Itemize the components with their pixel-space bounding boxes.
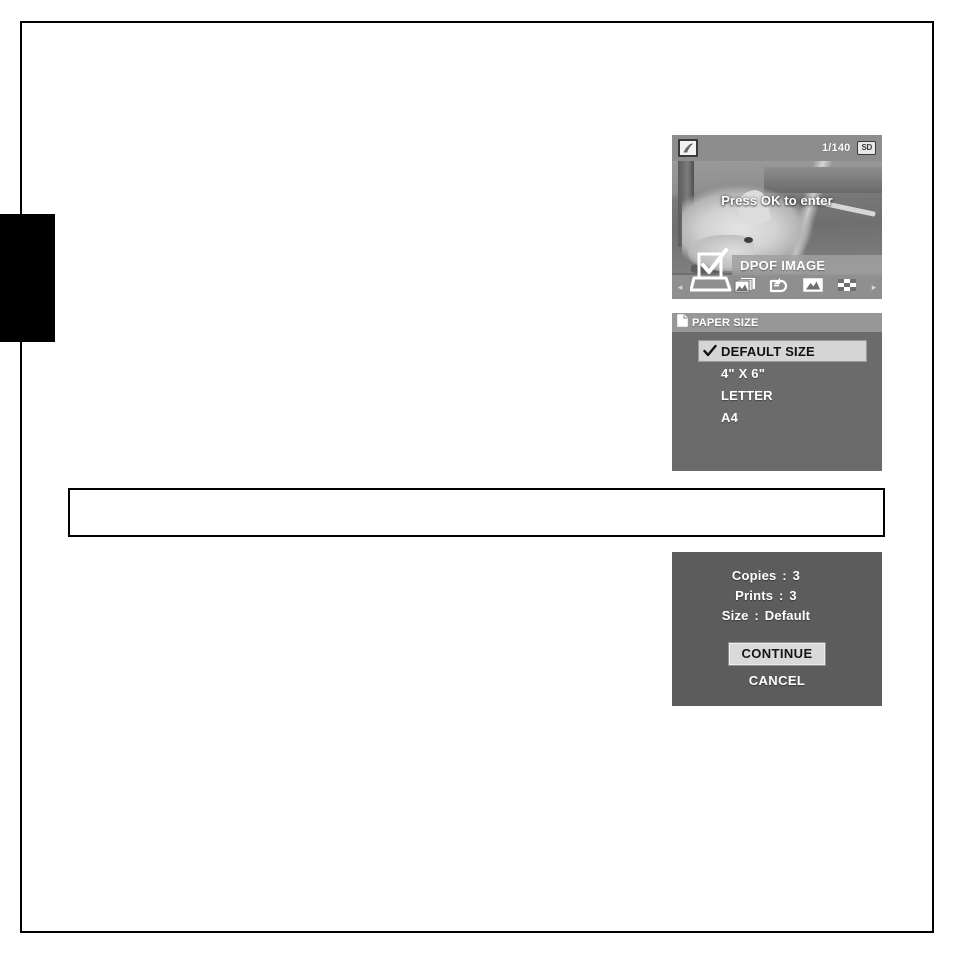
- lcd-hint-text: Press OK to enter: [721, 193, 833, 208]
- confirm-row-size: Size : Default: [672, 606, 882, 626]
- confirm-label-size: Size: [721, 608, 749, 623]
- confirm-row-prints: Prints : 3: [672, 586, 882, 606]
- cancel-button[interactable]: CANCEL: [672, 673, 882, 688]
- continue-button[interactable]: CONTINUE: [728, 642, 826, 666]
- lcd-status-bar: 1/140 SD: [672, 135, 882, 161]
- paper-size-option-label: 4" X 6": [721, 365, 766, 381]
- sd-card-badge: SD: [857, 141, 876, 155]
- print-confirmation-screen: Copies : 3 Prints : 3 Size : Default CON…: [672, 552, 882, 706]
- single-image-icon[interactable]: [802, 276, 824, 298]
- paper-size-option-label: A4: [721, 409, 739, 425]
- confirm-value-copies: 3: [792, 568, 801, 583]
- frame-counter: 1/140: [821, 142, 851, 154]
- dpof-print-icon[interactable]: [689, 248, 734, 296]
- index-thumbnails-icon[interactable]: [836, 276, 858, 298]
- confirm-separator: :: [782, 568, 787, 583]
- manual-page-sheet: 1/140 SD Press OK to enter DPOF IMAGE ◂ …: [0, 0, 954, 954]
- confirm-label-prints: Prints: [735, 588, 774, 603]
- lcd-menu-label: DPOF IMAGE: [732, 255, 882, 275]
- paper-size-title: PAPER SIZE: [692, 316, 759, 329]
- confirm-row-copies: Copies : 3: [672, 566, 882, 586]
- multi-image-icon[interactable]: [734, 276, 756, 298]
- camera-lcd-screen: 1/140 SD Press OK to enter DPOF IMAGE ◂ …: [672, 135, 882, 299]
- playback-mode-icon: [678, 139, 698, 157]
- paper-size-menu-screen: PAPER SIZE DEFAULT SIZE 4" X 6" LETTER A…: [672, 313, 882, 471]
- lcd-status-right-group: 1/140 SD: [822, 141, 876, 155]
- confirm-value-prints: 3: [789, 588, 797, 603]
- paper-size-option-label: LETTER: [721, 387, 773, 403]
- confirm-label-copies: Copies: [731, 568, 777, 583]
- paper-size-option-a4[interactable]: A4: [699, 406, 866, 428]
- next-arrow-icon[interactable]: ▸: [866, 282, 882, 292]
- paper-size-option-list: DEFAULT SIZE 4" X 6" LETTER A4: [672, 332, 882, 428]
- paper-size-title-bar: PAPER SIZE: [672, 313, 882, 332]
- confirm-action-group: CONTINUE CANCEL: [672, 642, 882, 688]
- prev-arrow-icon[interactable]: ◂: [672, 282, 688, 292]
- paper-size-option-label: DEFAULT SIZE: [721, 343, 815, 359]
- note-callout-text: [70, 490, 883, 502]
- photo-dog-eye: [744, 237, 753, 243]
- paper-size-option-letter[interactable]: LETTER: [699, 384, 866, 406]
- confirm-separator: :: [754, 608, 759, 623]
- checkmark-icon: [703, 344, 717, 358]
- rotate-image-icon[interactable]: [768, 276, 790, 298]
- paper-size-option-default[interactable]: DEFAULT SIZE: [698, 340, 867, 362]
- confirm-separator: :: [779, 588, 784, 603]
- page-document-icon: [677, 313, 688, 332]
- paper-size-option-4x6[interactable]: 4" X 6": [699, 362, 866, 384]
- section-thumb-tab: [0, 214, 55, 342]
- confirm-value-size: Default: [764, 608, 811, 623]
- note-callout-box: [68, 488, 885, 537]
